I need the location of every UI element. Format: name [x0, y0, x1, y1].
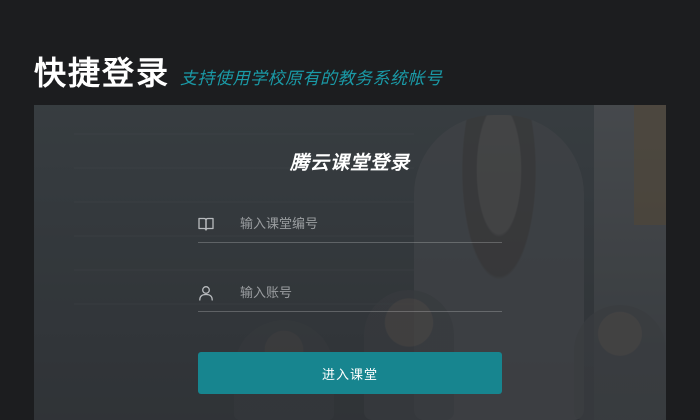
login-title: 腾云课堂登录 — [289, 152, 410, 174]
classroom-number-field[interactable] — [198, 206, 502, 243]
login-form: 腾云课堂登录 进入课堂 — [198, 105, 502, 420]
user-icon — [198, 285, 214, 301]
enter-classroom-button[interactable]: 进入课堂 — [198, 352, 502, 394]
page-subtitle: 支持使用学校原有的教务系统帐号 — [180, 69, 443, 89]
account-field[interactable] — [198, 275, 502, 312]
classroom-number-input[interactable] — [240, 209, 502, 239]
book-icon — [198, 216, 214, 232]
page-header: 快捷登录 支持使用学校原有的教务系统帐号 — [34, 48, 443, 94]
login-panel: 腾云课堂登录 进入课堂 — [34, 105, 666, 420]
login-page: 快捷登录 支持使用学校原有的教务系统帐号 腾云课堂登录 输入课堂编号 输入账号 … — [0, 0, 700, 420]
page-title: 快捷登录 — [34, 54, 171, 92]
account-input[interactable] — [240, 278, 502, 308]
